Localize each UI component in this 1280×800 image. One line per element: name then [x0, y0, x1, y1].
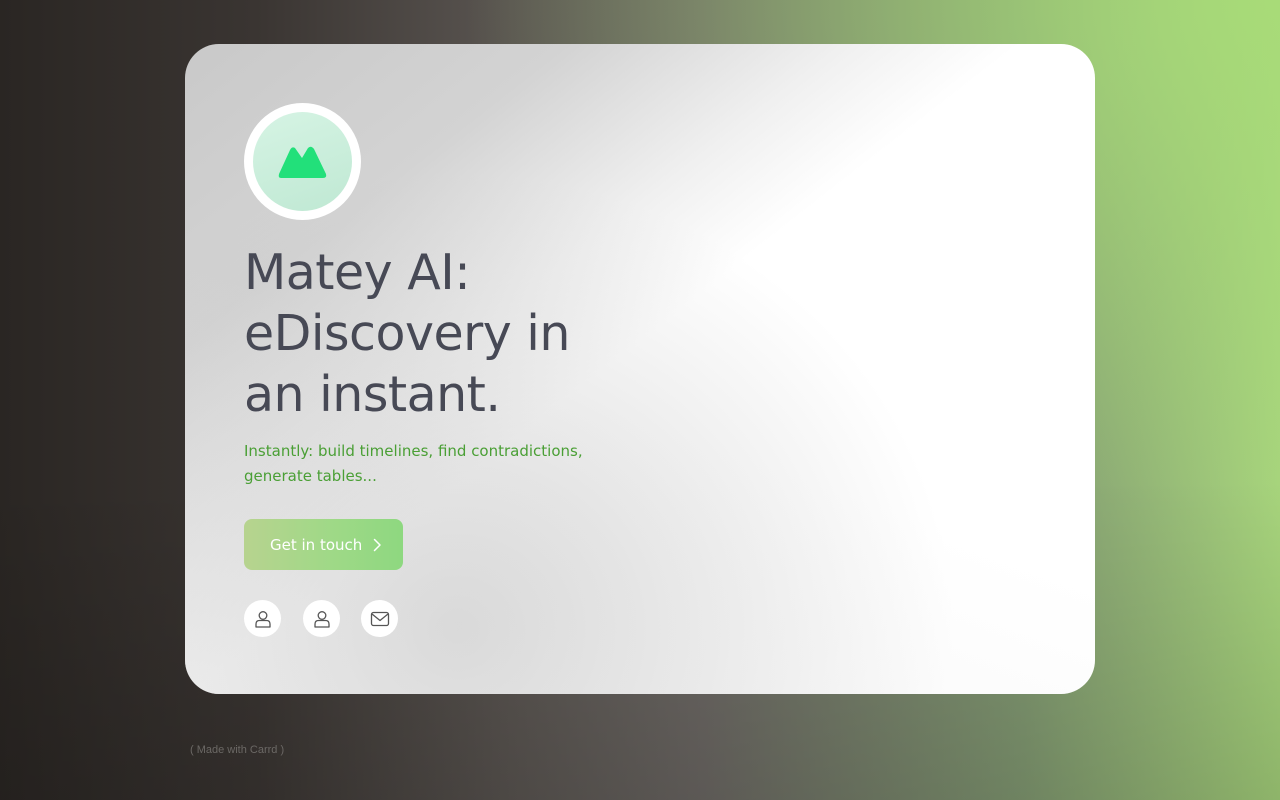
- made-with-carrd-link[interactable]: ( Made with Carrd ): [190, 744, 284, 756]
- hero-card: Matey AI: eDiscovery in an instant. Inst…: [185, 44, 1095, 694]
- logo-badge: [253, 112, 352, 211]
- social-link-user-2[interactable]: [303, 600, 340, 637]
- social-link-user-1[interactable]: [244, 600, 281, 637]
- page-title: Matey AI: eDiscovery in an instant.: [244, 244, 570, 423]
- logo: [244, 103, 361, 220]
- get-in-touch-label: Get in touch: [270, 535, 363, 554]
- mail-icon: [370, 611, 389, 626]
- chevron-right-icon: [374, 538, 382, 551]
- user-icon: [254, 610, 271, 628]
- user-icon: [313, 610, 330, 628]
- social-link-mail[interactable]: [361, 600, 398, 637]
- tagline: Instantly: build timelines, find contrad…: [244, 442, 583, 485]
- get-in-touch-button[interactable]: Get in touch: [244, 519, 403, 570]
- mountain-icon: [278, 146, 327, 178]
